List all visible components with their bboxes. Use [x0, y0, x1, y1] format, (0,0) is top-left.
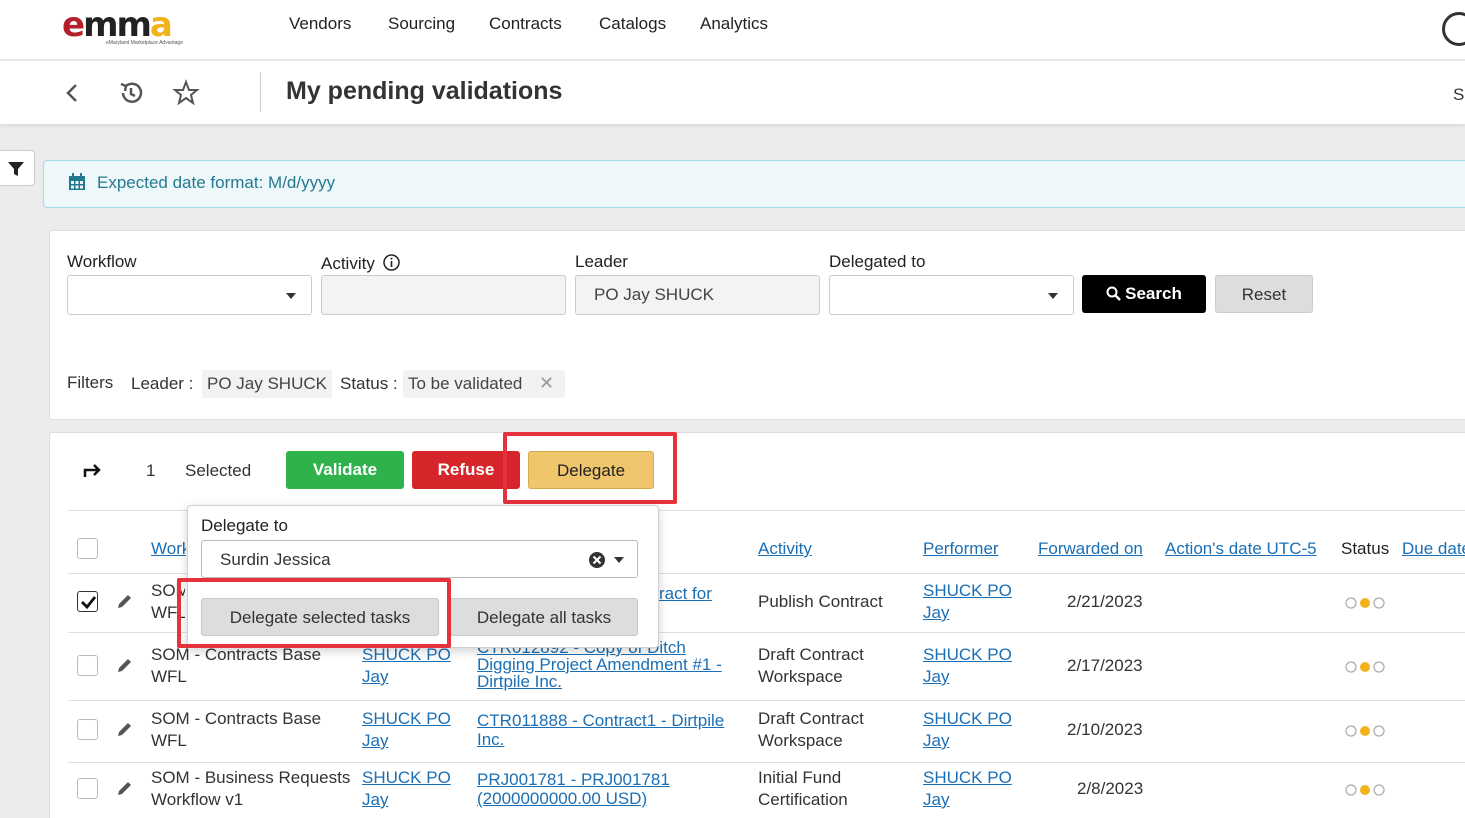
row-forwarded-on: 2/17/2023: [1067, 656, 1143, 675]
filter-leader-chip: PO Jay SHUCK: [202, 370, 332, 398]
row-leader-link[interactable]: SHUCK PO Jay: [362, 708, 451, 752]
row-activity: Initial Fund Certification: [758, 768, 848, 809]
row-checkbox[interactable]: [77, 778, 98, 799]
nav-vendors[interactable]: Vendors: [289, 14, 351, 34]
header-activity[interactable]: Activity: [758, 539, 812, 559]
leader-label: Leader: [575, 252, 628, 271]
search-button[interactable]: Search: [1082, 275, 1206, 313]
delegate-selected-highlight-box: [177, 578, 451, 648]
remove-filter-icon[interactable]: ✕: [539, 373, 554, 394]
activity-label: Activity: [321, 252, 400, 274]
page-header: My pending validations S: [0, 61, 1465, 124]
header-action-date[interactable]: Action's date UTC-5: [1165, 539, 1317, 559]
chevron-down-icon: [1048, 293, 1058, 299]
delegate-all-tasks-button[interactable]: Delegate all tasks: [450, 598, 638, 636]
favorite-star-icon[interactable]: [172, 79, 200, 107]
filter-status-key: Status :: [340, 374, 398, 393]
row-divider: [68, 762, 1465, 763]
row-workflow: SOM - Contracts BaseWFL: [151, 645, 322, 686]
nav-catalogs[interactable]: Catalogs: [599, 14, 666, 34]
history-icon[interactable]: [117, 79, 145, 107]
status-progress-icon: [1345, 597, 1385, 609]
validate-button[interactable]: Validate: [286, 451, 404, 489]
delegate-highlight-box: [503, 432, 677, 504]
row-activity: Draft Contract Workspace: [758, 709, 864, 750]
delegated-to-label: Delegated to: [829, 252, 926, 271]
header-divider: [260, 72, 261, 112]
row-forwarded-on: 2/8/2023: [1077, 779, 1144, 798]
date-format-info: Expected date format: M/d/yyyy: [43, 160, 1465, 208]
filter-toggle-button[interactable]: [0, 150, 35, 186]
edit-pencil-icon[interactable]: [116, 656, 134, 674]
row-forwarded-on: 2/21/2023: [1067, 592, 1143, 611]
search-icon: [1106, 286, 1122, 301]
accessibility-icon[interactable]: [1442, 12, 1465, 46]
row-object-link[interactable]: PRJ001781 - PRJ001781 (2000000000.00 USD): [477, 770, 670, 808]
emma-logo[interactable]: emma eMaryland Marketplace Advantage: [62, 8, 197, 50]
row-object-link[interactable]: ract for: [659, 583, 712, 605]
delegate-to-select[interactable]: Surdin Jessica: [201, 540, 638, 578]
chevron-down-icon[interactable]: [614, 557, 624, 563]
row-forwarded-on: 2/10/2023: [1067, 720, 1143, 739]
workflow-label: Workflow: [67, 252, 137, 271]
header-right-fragment[interactable]: S: [1453, 85, 1464, 105]
reset-button[interactable]: Reset: [1215, 275, 1313, 313]
chevron-down-icon: [286, 293, 296, 299]
date-format-text: Expected date format: M/d/yyyy: [97, 173, 336, 192]
selected-count: 1: [146, 461, 156, 480]
info-icon[interactable]: [382, 254, 400, 271]
select-all-checkbox[interactable]: [77, 538, 98, 559]
row-performer-link[interactable]: SHUCK PO Jay: [923, 708, 1012, 752]
row-object-link[interactable]: CTR011888 - Contract1 - Dirtpile Inc.: [477, 711, 724, 749]
delegated-to-select[interactable]: [829, 275, 1074, 315]
leader-field: PO Jay SHUCK: [575, 275, 820, 315]
activity-field: [321, 275, 566, 315]
selected-label: Selected: [185, 461, 252, 480]
header-due-date[interactable]: Due date: [1402, 539, 1465, 559]
row-checkbox[interactable]: [77, 655, 98, 676]
page-title: My pending validations: [286, 77, 563, 105]
edit-pencil-icon[interactable]: [116, 720, 134, 738]
filter-leader-key: Leader :: [131, 374, 194, 393]
workflow-select[interactable]: [67, 275, 312, 315]
nav-analytics[interactable]: Analytics: [700, 14, 768, 34]
edit-pencil-icon[interactable]: [116, 592, 134, 610]
filter-status-chip: To be validated ✕: [403, 370, 565, 398]
row-performer-link[interactable]: SHUCK PO Jay: [923, 580, 1012, 624]
logo-subtitle: eMaryland Marketplace Advantage: [106, 40, 183, 46]
row-divider: [68, 700, 1465, 701]
top-navigation: emma eMaryland Marketplace Advantage Ven…: [0, 0, 1465, 60]
checkmark-icon: [81, 596, 97, 610]
filters-title: Filters: [67, 373, 114, 392]
nav-contracts[interactable]: Contracts: [489, 14, 562, 34]
row-leader-link[interactable]: SHUCK PO Jay: [362, 644, 451, 688]
row-workflow: SOM - Contracts BaseWFL: [151, 709, 322, 750]
status-progress-icon: [1345, 661, 1385, 673]
row-activity: Publish Contract: [758, 592, 883, 611]
status-progress-icon: [1345, 784, 1385, 796]
header-workflow[interactable]: Workflow: [151, 539, 186, 559]
nav-sourcing[interactable]: Sourcing: [388, 14, 455, 34]
row-checkbox[interactable]: [77, 591, 98, 612]
row-workflow: SOM - Business Requests Workflow v1: [151, 768, 351, 809]
header-performer[interactable]: Performer: [923, 539, 999, 559]
row-activity: Draft Contract Workspace: [758, 645, 864, 686]
back-icon[interactable]: [58, 79, 86, 107]
header-status: Status: [1341, 539, 1390, 558]
header-forwarded-on[interactable]: Forwarded on: [1038, 539, 1143, 559]
row-performer-link[interactable]: SHUCK PO Jay: [923, 767, 1012, 811]
filter-icon: [8, 162, 24, 176]
status-progress-icon: [1345, 725, 1385, 737]
row-leader-link[interactable]: SHUCK PO Jay: [362, 767, 451, 811]
calendar-icon: [69, 173, 85, 190]
delegate-to-label: Delegate to: [201, 516, 288, 535]
share-arrow-icon[interactable]: [83, 461, 103, 479]
clear-selection-icon[interactable]: [588, 551, 606, 569]
row-checkbox[interactable]: [77, 719, 98, 740]
row-performer-link[interactable]: SHUCK PO Jay: [923, 644, 1012, 688]
edit-pencil-icon[interactable]: [116, 779, 134, 797]
